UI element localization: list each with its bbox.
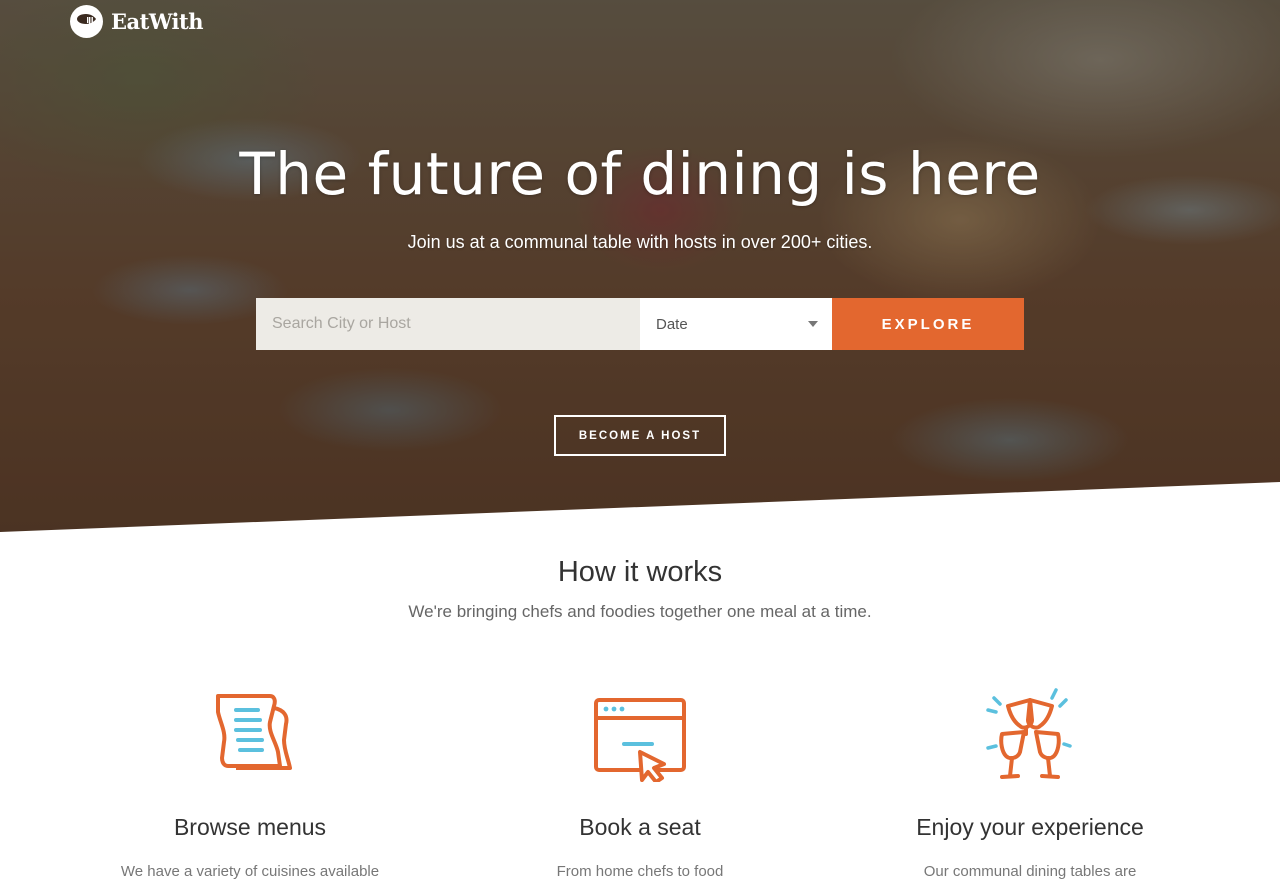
step-title: Browse menus	[173, 814, 327, 840]
caret-down-icon	[808, 321, 818, 327]
date-select-label: Date	[656, 315, 688, 333]
hero-title: The future of dining is here	[239, 140, 1041, 208]
step-enjoy-experience: Enjoy your experience Our communal dinin…	[870, 676, 1190, 880]
search-input[interactable]	[256, 298, 640, 350]
step-description: From home chefs to food	[556, 863, 724, 880]
step-title: Book a seat	[579, 814, 701, 840]
hero-section: EatWith The future of dining is here Joi…	[0, 0, 1280, 532]
menu-icon	[90, 676, 410, 788]
how-it-works-title: How it works	[557, 556, 723, 588]
step-browse-menus: Browse menus We have a variety of cuisin…	[90, 676, 410, 880]
search-bar: Date EXPLORE	[256, 298, 1024, 350]
step-description: We have a variety of cuisines available	[120, 863, 380, 880]
brand-name: EatWith	[111, 9, 203, 34]
step-book-seat: Book a seat From home chefs to food	[480, 676, 800, 880]
cheers-icon	[870, 676, 1190, 788]
step-description: Our communal dining tables are	[923, 863, 1137, 880]
date-select[interactable]: Date	[640, 298, 832, 350]
become-host-button[interactable]: BECOME A HOST	[554, 415, 726, 456]
step-title: Enjoy your experience	[916, 814, 1144, 840]
hero-subtitle: Join us at a communal table with hosts i…	[407, 232, 873, 252]
brand-logo[interactable]: EatWith	[70, 5, 203, 38]
how-it-works-subtitle: We're bringing chefs and foodies togethe…	[408, 602, 872, 621]
browser-click-icon	[480, 676, 800, 788]
explore-button[interactable]: EXPLORE	[832, 298, 1024, 350]
fork-logo-icon	[70, 5, 103, 38]
